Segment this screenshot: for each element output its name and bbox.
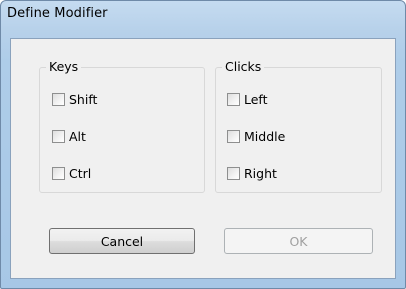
- ctrl-checkbox[interactable]: [52, 167, 65, 180]
- shift-checkbox-label: Shift: [69, 92, 98, 107]
- ok-button[interactable]: OK: [224, 228, 373, 254]
- middle-checkbox-label: Middle: [244, 129, 286, 144]
- ctrl-checkbox-label: Ctrl: [69, 166, 92, 181]
- alt-checkbox[interactable]: [52, 130, 65, 143]
- right-checkbox[interactable]: [227, 167, 240, 180]
- ctrl-checkbox-row[interactable]: Ctrl: [52, 166, 91, 181]
- dialog-window: Define Modifier Keys Clicks Shift Alt Ct…: [0, 0, 406, 289]
- left-checkbox-label: Left: [244, 92, 268, 107]
- shift-checkbox[interactable]: [52, 93, 65, 106]
- alt-checkbox-label: Alt: [69, 129, 86, 144]
- cancel-button[interactable]: Cancel: [49, 228, 195, 254]
- shift-checkbox-row[interactable]: Shift: [52, 92, 97, 107]
- right-checkbox-label: Right: [244, 166, 277, 181]
- middle-checkbox-row[interactable]: Middle: [227, 129, 285, 144]
- left-checkbox-row[interactable]: Left: [227, 92, 268, 107]
- dialog-content: Keys Clicks Shift Alt Ctrl Left Middle R…: [1, 1, 405, 288]
- left-checkbox[interactable]: [227, 93, 240, 106]
- middle-checkbox[interactable]: [227, 130, 240, 143]
- keys-group-label: Keys: [46, 59, 82, 75]
- clicks-group-label: Clicks: [222, 59, 265, 75]
- right-checkbox-row[interactable]: Right: [227, 166, 277, 181]
- alt-checkbox-row[interactable]: Alt: [52, 129, 86, 144]
